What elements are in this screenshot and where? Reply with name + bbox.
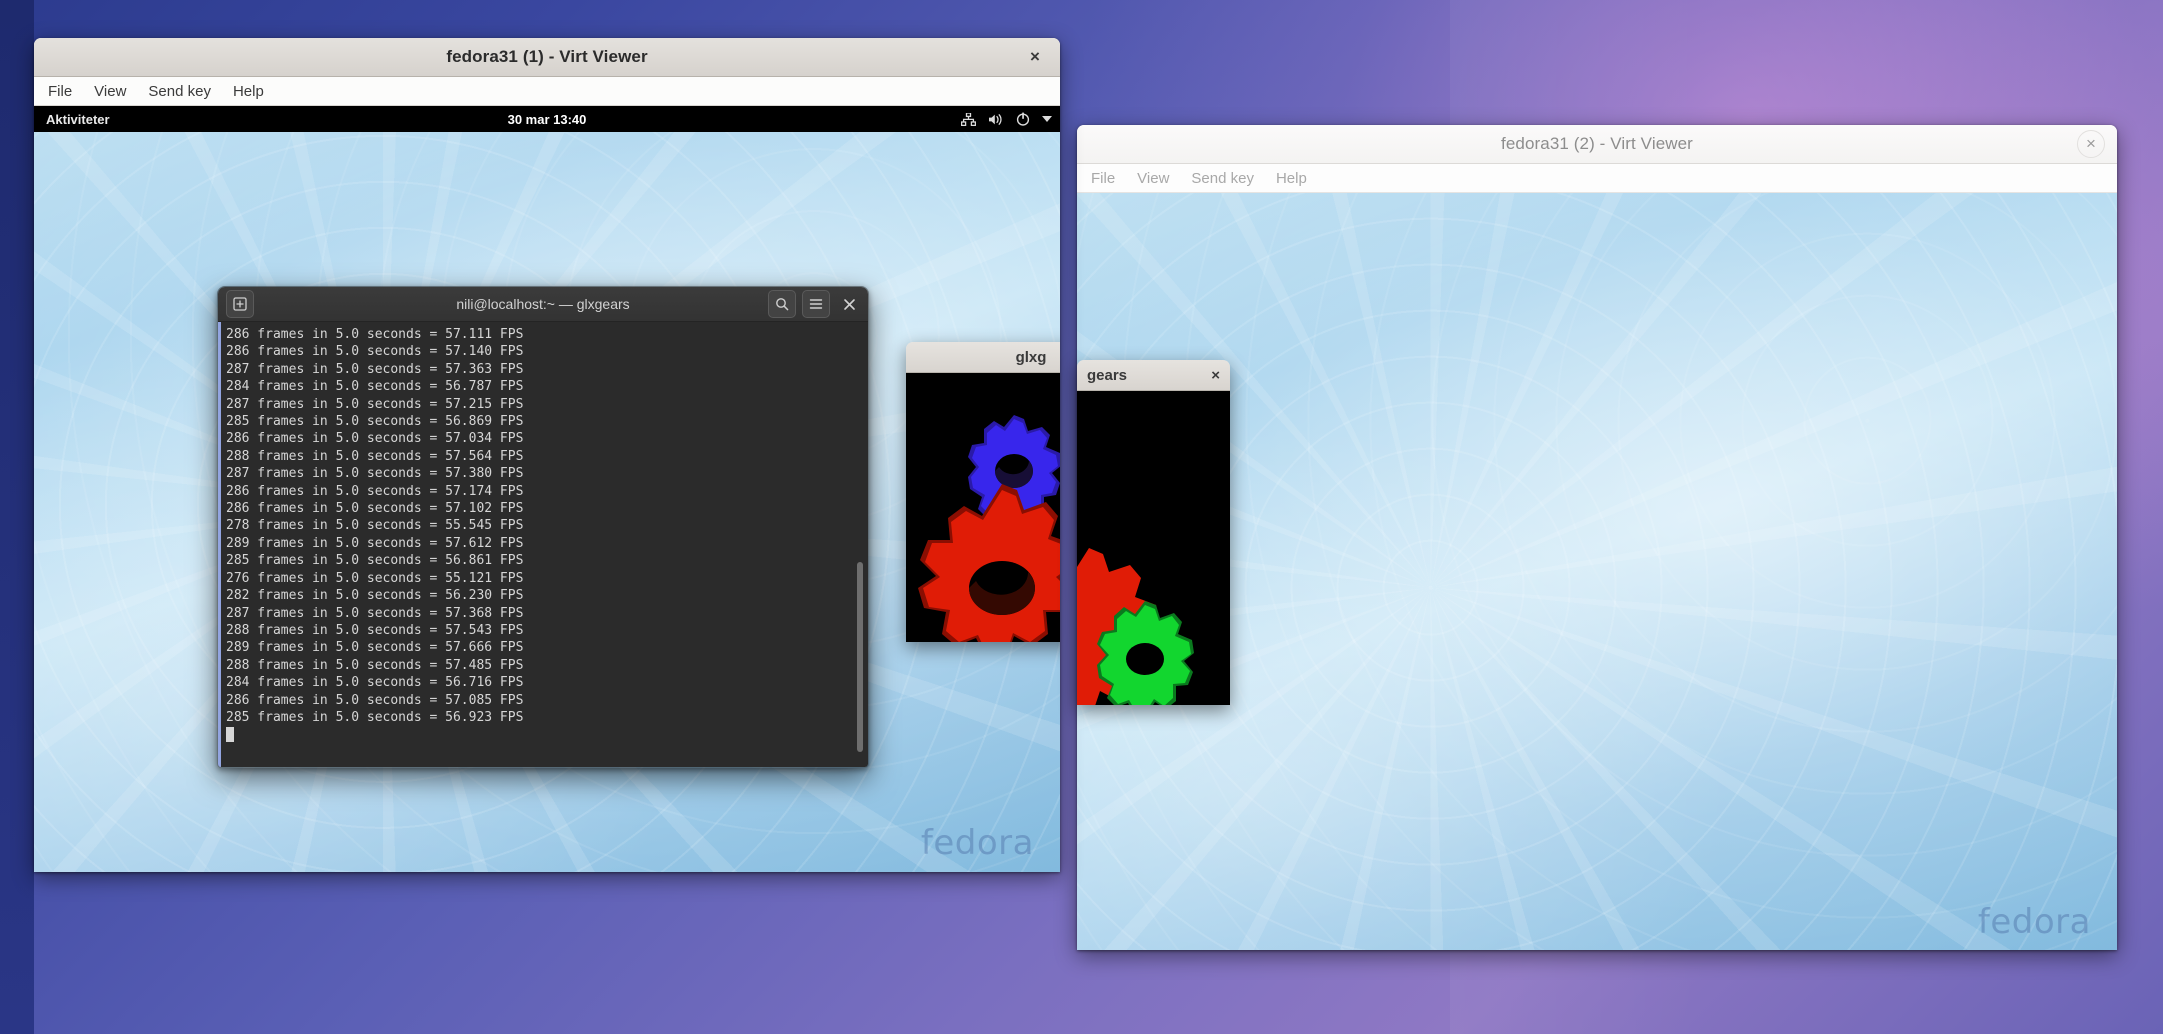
terminal-line: 286 frames in 5.0 seconds = 57.085 FPS	[226, 692, 524, 708]
terminal-line: 286 frames in 5.0 seconds = 57.102 FPS	[226, 501, 524, 517]
terminal-line: 286 frames in 5.0 seconds = 57.111 FPS	[226, 327, 524, 342]
power-icon[interactable]	[1016, 112, 1030, 126]
glxgears-2-canvas	[1077, 391, 1230, 705]
glxgears-1-title: glxg	[1015, 348, 1047, 366]
terminal-close-button[interactable]	[836, 291, 862, 317]
new-tab-icon[interactable]	[226, 290, 254, 318]
window1-menu-help[interactable]: Help	[233, 83, 264, 100]
terminal-line: 289 frames in 5.0 seconds = 57.666 FPS	[226, 640, 524, 656]
terminal-line: 282 frames in 5.0 seconds = 56.230 FPS	[226, 588, 524, 604]
window1-menubar[interactable]: File View Send key Help	[34, 77, 1060, 106]
window1-fedora-logo: fedora	[920, 823, 1034, 863]
gnome-status-area[interactable]	[961, 112, 1052, 126]
window1-menu-view[interactable]: View	[94, 83, 126, 100]
activities-button[interactable]: Aktiviteter	[46, 112, 110, 127]
terminal-line: 287 frames in 5.0 seconds = 57.368 FPS	[226, 605, 524, 621]
glxgears-1-canvas	[906, 373, 1060, 642]
terminal-line: 286 frames in 5.0 seconds = 57.140 FPS	[226, 344, 524, 360]
desktop-left-edge	[0, 0, 34, 1034]
search-icon[interactable]	[768, 290, 796, 318]
window2-menubar[interactable]: File View Send key Help	[1077, 164, 2117, 193]
window2-close-button[interactable]: ×	[2077, 130, 2105, 158]
window2-menu-sendkey[interactable]: Send key	[1191, 170, 1254, 187]
terminal-line: 286 frames in 5.0 seconds = 57.174 FPS	[226, 483, 524, 499]
virt-viewer-window-2[interactable]: fedora31 (2) - Virt Viewer × File View S…	[1077, 125, 2117, 950]
window1-close-button[interactable]: ×	[1022, 44, 1048, 70]
terminal-line: 278 frames in 5.0 seconds = 55.545 FPS	[226, 518, 524, 534]
terminal-line: 287 frames in 5.0 seconds = 57.380 FPS	[226, 466, 524, 482]
glxgears-2-titlebar[interactable]: gears ×	[1077, 360, 1230, 391]
network-icon[interactable]	[961, 112, 976, 126]
hamburger-menu-icon[interactable]	[802, 290, 830, 318]
glxgears-2-title: gears	[1087, 366, 1128, 384]
terminal-line: 285 frames in 5.0 seconds = 56.861 FPS	[226, 553, 524, 569]
window2-title: fedora31 (2) - Virt Viewer	[1501, 134, 1693, 153]
glxgears-2-close-button[interactable]: ×	[1211, 367, 1220, 384]
terminal-line: 284 frames in 5.0 seconds = 56.716 FPS	[226, 675, 524, 691]
terminal-line: 289 frames in 5.0 seconds = 57.612 FPS	[226, 535, 524, 551]
terminal-line: 284 frames in 5.0 seconds = 56.787 FPS	[226, 379, 524, 395]
window2-guest-display[interactable]: fedora	[1077, 193, 2117, 950]
window1-menu-sendkey[interactable]: Send key	[148, 83, 211, 100]
terminal-header-buttons[interactable]	[768, 290, 862, 318]
terminal-line: 285 frames in 5.0 seconds = 56.923 FPS	[226, 709, 524, 725]
window1-titlebar[interactable]: fedora31 (1) - Virt Viewer ×	[34, 38, 1060, 77]
gnome-terminal-window[interactable]: nili@localhost:~ — glxgears 286 frames i…	[217, 286, 869, 768]
window2-menu-help[interactable]: Help	[1276, 170, 1307, 187]
terminal-lines: 286 frames in 5.0 seconds = 57.111 FPS 28…	[222, 326, 868, 726]
glxgears-1-titlebar[interactable]: glxg	[906, 342, 1060, 373]
window2-titlebar[interactable]: fedora31 (2) - Virt Viewer ×	[1077, 125, 2117, 164]
gnome-clock[interactable]: 30 mar 13:40	[508, 112, 587, 127]
terminal-line: 276 frames in 5.0 seconds = 55.121 FPS	[226, 570, 524, 586]
terminal-scrollbar[interactable]	[857, 562, 863, 752]
terminal-output-area[interactable]: 286 frames in 5.0 seconds = 57.111 FPS 28…	[218, 322, 868, 767]
chevron-down-icon[interactable]	[1042, 116, 1052, 122]
window2-menu-view[interactable]: View	[1137, 170, 1169, 187]
window2-menu-file[interactable]: File	[1091, 170, 1115, 187]
terminal-line: 285 frames in 5.0 seconds = 56.869 FPS	[226, 414, 524, 430]
virt-viewer-window-1[interactable]: fedora31 (1) - Virt Viewer × File View S…	[34, 38, 1060, 872]
volume-icon[interactable]	[988, 113, 1004, 126]
terminal-line: 288 frames in 5.0 seconds = 57.543 FPS	[226, 622, 524, 638]
terminal-line: 287 frames in 5.0 seconds = 57.363 FPS	[226, 361, 524, 377]
terminal-line: 287 frames in 5.0 seconds = 57.215 FPS	[226, 396, 524, 412]
window1-guest-display[interactable]: fedora Aktiviteter 30 mar 13:40 glxg nil…	[34, 106, 1060, 872]
terminal-title: nili@localhost:~ — glxgears	[456, 296, 630, 312]
terminal-line: 288 frames in 5.0 seconds = 57.564 FPS	[226, 448, 524, 464]
gnome-top-bar[interactable]: Aktiviteter 30 mar 13:40	[34, 106, 1060, 132]
window1-title: fedora31 (1) - Virt Viewer	[446, 47, 648, 66]
window1-menu-file[interactable]: File	[48, 83, 72, 100]
glxgears-window-1[interactable]: glxg	[906, 342, 1060, 642]
terminal-line: 286 frames in 5.0 seconds = 57.034 FPS	[226, 431, 524, 447]
glxgears-window-2[interactable]: gears ×	[1077, 360, 1230, 705]
terminal-cursor	[226, 727, 234, 743]
terminal-line: 288 frames in 5.0 seconds = 57.485 FPS	[226, 657, 524, 673]
window2-fedora-logo: fedora	[1977, 902, 2091, 942]
window2-fedora-wallpaper	[1077, 193, 2117, 950]
terminal-titlebar[interactable]: nili@localhost:~ — glxgears	[218, 287, 868, 322]
